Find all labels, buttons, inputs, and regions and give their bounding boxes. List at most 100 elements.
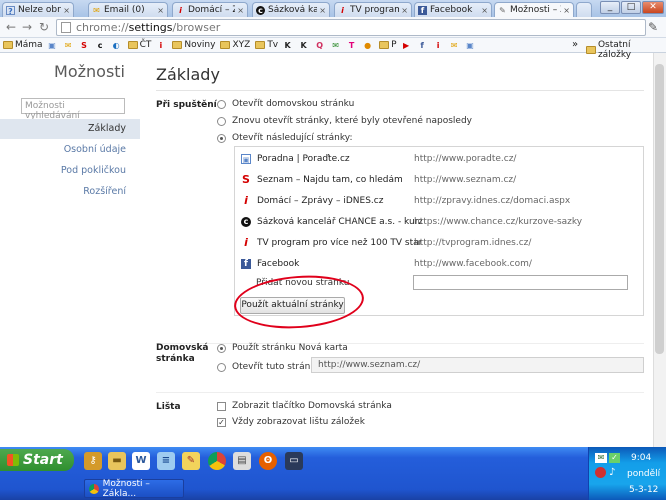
- bookmark-item[interactable]: ▣: [466, 41, 477, 50]
- close-tab-icon[interactable]: ×: [481, 6, 488, 15]
- folder-icon[interactable]: ▬: [108, 452, 126, 470]
- facebook-icon: f: [420, 40, 424, 50]
- chance-icon: c: [241, 216, 251, 227]
- show-home-button-option[interactable]: Zobrazit tlačítko Domovská stránka: [217, 401, 392, 411]
- close-tab-icon[interactable]: ×: [157, 6, 164, 15]
- key-icon[interactable]: ⚷: [84, 452, 102, 470]
- bookmark-item[interactable]: ●: [363, 41, 374, 50]
- maximize-button[interactable]: □: [621, 1, 641, 14]
- close-tab-icon[interactable]: ×: [63, 6, 70, 15]
- folder-icon: [255, 41, 266, 49]
- bookmark-item[interactable]: ▶: [402, 41, 413, 50]
- startup-option-pages[interactable]: Otevřít následující stránky:: [217, 133, 352, 143]
- wrench-menu-icon[interactable]: ✎: [646, 20, 660, 34]
- tab-strip: ? Nelze obnov× ✉ Email (0)× i Domácí – Z…: [0, 0, 666, 17]
- radio-button[interactable]: [217, 99, 226, 109]
- url-prefix: chrome://: [76, 21, 129, 34]
- bookmark-item[interactable]: Máma: [3, 40, 43, 50]
- radio-button[interactable]: [217, 116, 226, 126]
- back-arrow-icon[interactable]: ←: [4, 20, 18, 34]
- bookmark-item[interactable]: i: [156, 41, 167, 50]
- tab[interactable]: i TV program ×: [334, 2, 412, 17]
- bookmark-item[interactable]: XYZ: [220, 40, 250, 50]
- q-icon: Q: [316, 40, 324, 50]
- checkbox-checked[interactable]: ✓: [217, 417, 226, 427]
- new-tab-button[interactable]: [576, 2, 592, 17]
- list-item[interactable]: S Seznam – Najdu tam, co hledám http://w…: [235, 169, 643, 190]
- bookmark-item[interactable]: i: [434, 41, 445, 50]
- facebook-icon: f: [418, 5, 427, 15]
- bookmark-item[interactable]: ◐: [112, 41, 123, 50]
- tab[interactable]: ✉ Email (0) ×: [88, 2, 168, 17]
- minimize-button[interactable]: _: [600, 1, 620, 14]
- paint-icon[interactable]: ✎: [182, 452, 200, 470]
- sidebar-item-extensions[interactable]: Rozšíření: [0, 182, 140, 202]
- startup-option-restore[interactable]: Znovu otevřít stránky, které byly otevře…: [217, 116, 472, 126]
- bookmark-item[interactable]: Q: [315, 41, 326, 50]
- startup-option-homepage[interactable]: Otevřít domovskou stránku: [217, 99, 354, 109]
- taskbar-item-chrome[interactable]: Možnosti – Zákla...: [84, 479, 184, 499]
- add-page-input[interactable]: [413, 275, 628, 290]
- bookmark-item[interactable]: ČT: [127, 40, 151, 50]
- list-item[interactable]: i TV program pro více než 100 TV stanic.…: [235, 232, 643, 253]
- tab-active[interactable]: ✎ Možnosti – Z ×: [494, 2, 574, 17]
- firefox-icon[interactable]: ʘ: [259, 452, 277, 470]
- radio-button-selected[interactable]: [217, 133, 226, 143]
- tab[interactable]: ? Nelze obnov×: [2, 2, 74, 17]
- apple-icon: ●: [364, 40, 372, 50]
- bookmarks-overflow-icon[interactable]: »: [572, 39, 578, 50]
- tab[interactable]: i Domácí – Zp×: [172, 2, 248, 17]
- close-window-button[interactable]: ✕: [642, 1, 664, 14]
- bookmark-item[interactable]: Noviny: [172, 40, 215, 50]
- tab[interactable]: c Sázková kan×: [252, 2, 330, 17]
- bookmark-item[interactable]: ✉: [450, 41, 461, 50]
- bookmark-item[interactable]: ✉: [64, 41, 75, 50]
- notepad-icon[interactable]: ≡: [157, 452, 175, 470]
- close-tab-icon[interactable]: ×: [319, 6, 326, 15]
- chrome-icon[interactable]: [208, 452, 226, 470]
- homepage-url-field[interactable]: http://www.seznam.cz/: [311, 357, 644, 373]
- mail-tray-icon[interactable]: ✉: [595, 453, 607, 463]
- search-settings-input[interactable]: Možnosti vyhledávání: [21, 98, 125, 121]
- bookmark-item[interactable]: ▣: [48, 41, 59, 50]
- close-tab-icon[interactable]: ×: [563, 6, 570, 15]
- sidebar-item-basics[interactable]: Základy: [0, 119, 140, 139]
- show-bookmarks-bar-option[interactable]: ✓ Vždy zobrazovat lištu záložek: [217, 417, 365, 427]
- security-tray-icon[interactable]: [595, 467, 606, 478]
- forward-arrow-icon[interactable]: →: [20, 20, 34, 34]
- bookmark-item[interactable]: K: [299, 41, 310, 50]
- page-title: Základy: [156, 65, 220, 84]
- bookmark-item[interactable]: f: [418, 41, 429, 50]
- tab[interactable]: f Facebook ×: [414, 2, 492, 17]
- bookmark-item[interactable]: Tv: [255, 40, 278, 50]
- reload-icon[interactable]: ↻: [37, 20, 51, 34]
- bookmark-item[interactable]: ✉: [331, 41, 342, 50]
- scrollbar-thumb[interactable]: [655, 64, 664, 354]
- word-icon[interactable]: W: [132, 452, 150, 470]
- list-item[interactable]: f Facebook http://www.facebook.com/: [235, 253, 643, 274]
- file-icon[interactable]: ▤: [233, 452, 251, 470]
- sidebar-item-personal[interactable]: Osobní údaje: [0, 140, 140, 160]
- volume-icon[interactable]: ♪: [609, 467, 620, 478]
- homepage-option-url[interactable]: Otevřít tuto stránku:: [217, 362, 324, 372]
- close-tab-icon[interactable]: ×: [237, 6, 244, 15]
- checkbox[interactable]: [217, 401, 226, 411]
- list-item[interactable]: i Domácí – Zprávy – iDNES.cz http://zpra…: [235, 190, 643, 211]
- homepage-option-newtab[interactable]: Použít stránku Nová karta: [217, 343, 348, 353]
- close-tab-icon[interactable]: ×: [401, 6, 408, 15]
- bookmark-item[interactable]: P: [379, 40, 397, 50]
- check-tray-icon[interactable]: ✓: [609, 453, 620, 463]
- bookmark-item[interactable]: S: [80, 41, 91, 50]
- address-bar[interactable]: chrome://settings/browser: [56, 19, 646, 36]
- start-button[interactable]: Start: [0, 449, 74, 471]
- homepage-label-line1: Domovská: [156, 343, 209, 353]
- list-item[interactable]: c Sázková kancelář CHANCE a.s. - kurz...…: [235, 211, 643, 232]
- monitor-icon[interactable]: ▭: [285, 452, 303, 470]
- radio-button[interactable]: [217, 362, 226, 372]
- bookmark-item[interactable]: K: [283, 41, 294, 50]
- sidebar-item-advanced[interactable]: Pod pokličkou: [0, 161, 140, 181]
- list-item[interactable]: ▣ Poradna | Poraďte.cz http://www.poradt…: [235, 148, 643, 169]
- bookmark-item[interactable]: c: [96, 41, 107, 50]
- radio-button-selected[interactable]: [217, 343, 226, 353]
- bookmark-item[interactable]: T: [347, 41, 358, 50]
